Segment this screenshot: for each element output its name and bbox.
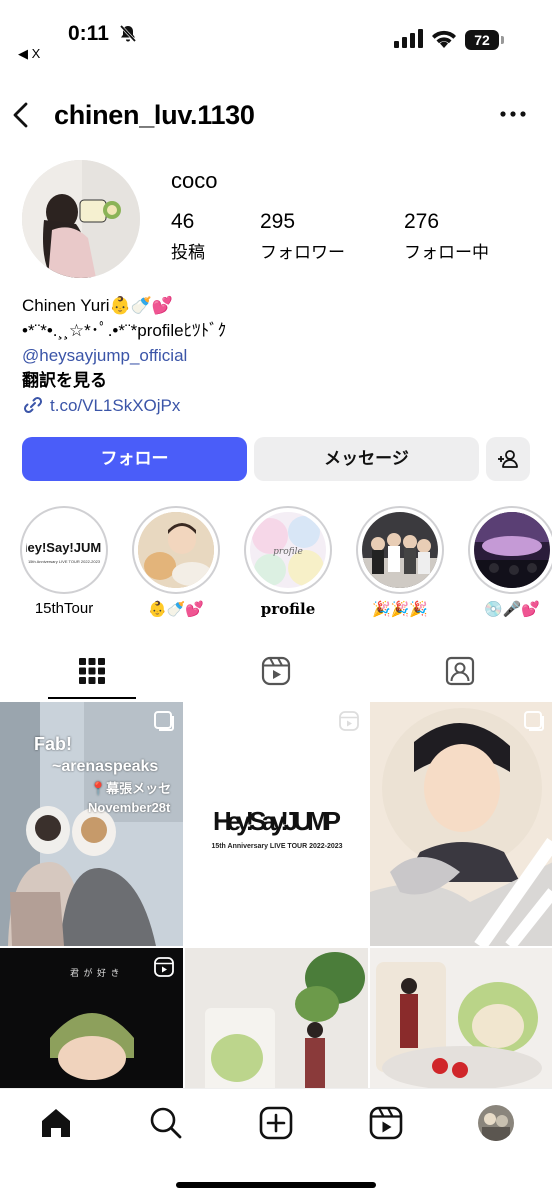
- message-button[interactable]: メッセージ: [254, 437, 479, 481]
- bio-link-text: t.co/VL1SkXOjPx: [50, 396, 181, 415]
- highlight-label: 👶🍼💕: [147, 601, 205, 618]
- followers-count: 295: [260, 210, 296, 233]
- highlight-party[interactable]: 🎉🎉🎉: [354, 506, 446, 618]
- stat-followers[interactable]: 295 フォロワー: [260, 210, 345, 263]
- create-post-icon[interactable]: [258, 1105, 294, 1141]
- profile-avatar[interactable]: [22, 160, 140, 278]
- grid-post[interactable]: [185, 948, 368, 1088]
- highlight-label: 15thTour: [34, 600, 94, 617]
- highlight-profile-text: profile: [273, 547, 303, 557]
- cellular-signal-icon: [394, 29, 423, 48]
- suggest-user-button[interactable]: [486, 437, 530, 481]
- reels-nav-icon[interactable]: [368, 1105, 404, 1141]
- bio-mention-link[interactable]: @heysayjump_official: [22, 343, 532, 368]
- status-bar: 0:11 ◀ X 72: [0, 0, 552, 70]
- profile-tabs: [0, 645, 552, 701]
- grid-post[interactable]: Fab! ~arenaspeaks 📍幕張メッセ November28t: [0, 702, 183, 946]
- highlight-label: 💿🎤💕: [483, 601, 541, 618]
- highlight-baby[interactable]: 👶🍼💕: [130, 506, 222, 618]
- wifi-icon: [432, 30, 456, 48]
- profile-bio: Chinen Yuri👶🍼💕 •*¨*•.¸¸☆*･ﾟ.•*¨*profileﾋ…: [22, 293, 532, 418]
- tagged-person-icon: [445, 656, 475, 686]
- back-to-app-link[interactable]: ◀ X: [18, 46, 40, 62]
- highlight-tour-text: 15th Anniversary LIVE TOUR 2022-2023: [28, 559, 101, 564]
- following-count: 276: [404, 210, 440, 233]
- followers-label: フォロワー: [260, 243, 345, 262]
- stat-following[interactable]: 276 フォロー中: [404, 210, 489, 263]
- status-time: 0:11: [68, 22, 109, 45]
- profile-header: chinen_luv.1130: [0, 90, 552, 142]
- see-translation-link[interactable]: 翻訳を見る: [22, 368, 532, 393]
- post2-caption-text: 15th Anniversary LIVE TOUR 2022-2023: [211, 843, 342, 850]
- following-label: フォロー中: [404, 243, 489, 262]
- bio-external-link[interactable]: t.co/VL1SkXOjPx: [22, 393, 532, 418]
- link-icon: [23, 396, 43, 414]
- profile-avatar-nav[interactable]: [478, 1105, 514, 1141]
- carousel-icon: [524, 711, 544, 731]
- grid-icon: [79, 658, 105, 684]
- follow-button[interactable]: フォロー: [22, 437, 247, 481]
- post-text-place: 📍幕張メッセ: [90, 781, 172, 796]
- home-icon[interactable]: [38, 1105, 74, 1141]
- stat-posts[interactable]: 46 投稿: [171, 210, 205, 263]
- carousel-icon: [154, 711, 174, 731]
- highlight-music[interactable]: 💿🎤💕: [466, 506, 552, 618]
- back-arrow-icon[interactable]: [10, 100, 34, 130]
- highlight-label: profile: [260, 600, 316, 618]
- highlight-label: 🎉🎉🎉: [371, 601, 429, 618]
- posts-grid: Fab! ~arenaspeaks 📍幕張メッセ November28t Hey…: [0, 702, 552, 1088]
- post-text-title: Fab!: [34, 734, 72, 754]
- reels-icon: [261, 656, 291, 686]
- grid-post[interactable]: [370, 702, 552, 946]
- header-username: chinen_luv.1130: [54, 100, 255, 130]
- tab-reels[interactable]: [184, 645, 368, 701]
- grid-post[interactable]: [370, 948, 552, 1088]
- highlight-15thtour[interactable]: Hey!Say!JUMP 15th Anniversary LIVE TOUR …: [18, 506, 110, 617]
- battery-icon: 72: [465, 30, 505, 50]
- post4-caption: 君 が 好 き: [70, 968, 121, 978]
- reel-badge-icon: [339, 711, 359, 731]
- posts-count: 46: [171, 210, 195, 233]
- reel-badge-icon: [154, 957, 174, 977]
- grid-post[interactable]: 君 が 好 き: [0, 948, 183, 1088]
- bio-line-name: Chinen Yuri👶🍼💕: [22, 296, 174, 315]
- posts-label: 投稿: [171, 243, 205, 262]
- add-person-icon: [498, 450, 518, 468]
- more-options-icon[interactable]: [498, 104, 528, 124]
- grid-post[interactable]: Hey!Say!JUMP 15th Anniversary LIVE TOUR …: [185, 702, 368, 946]
- tab-tagged[interactable]: [368, 645, 552, 701]
- home-indicator: [176, 1182, 376, 1188]
- bio-line-decor: •*¨*•.¸¸☆*･ﾟ.•*¨*profileﾋﾂﾄﾞｸ: [22, 321, 227, 340]
- post-text-date: November28t: [88, 800, 171, 815]
- battery-level: 72: [465, 30, 499, 50]
- bell-mute-icon: [119, 24, 137, 43]
- post-text-subtitle: ~arenaspeaks: [52, 758, 159, 775]
- tab-posts-grid[interactable]: [0, 645, 184, 701]
- post2-logo-text: Hey!Say!JUMP: [213, 806, 341, 836]
- search-icon[interactable]: [148, 1105, 184, 1141]
- display-name: coco: [171, 168, 218, 193]
- highlight-profile[interactable]: profile profile: [242, 506, 334, 618]
- highlight-logo-text: Hey!Say!JUMP: [26, 540, 102, 555]
